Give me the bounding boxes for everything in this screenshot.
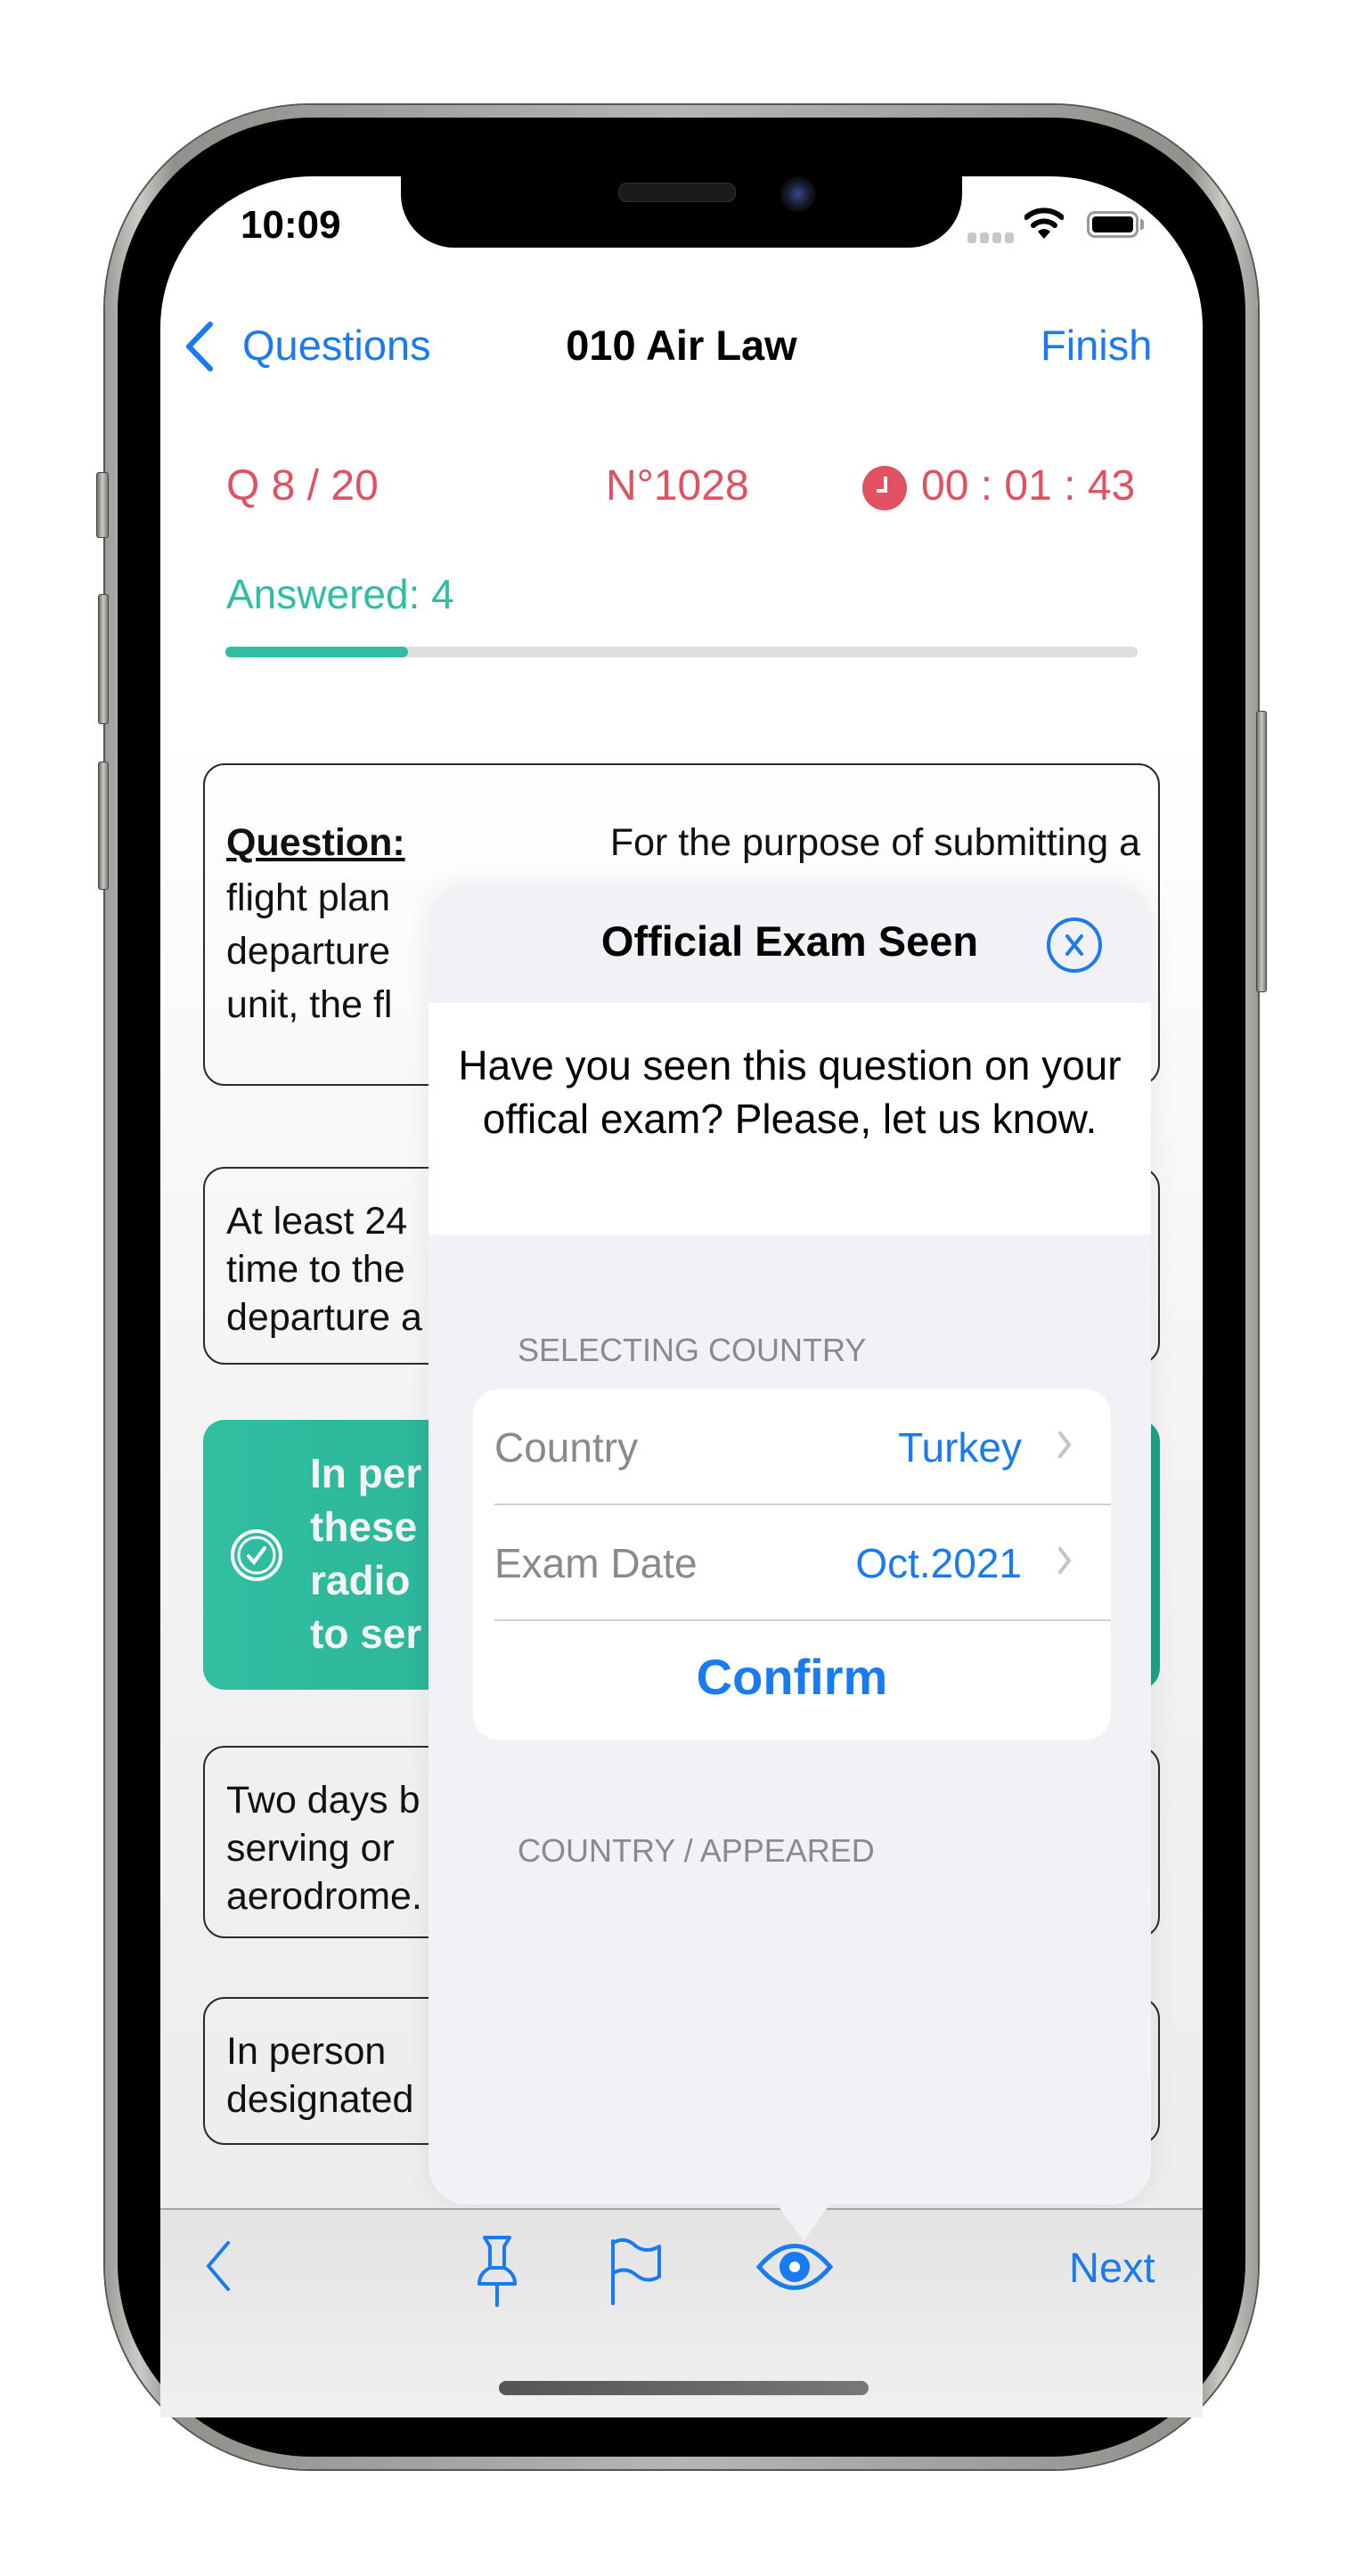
row-separator [494, 1619, 1111, 1621]
volume-up-button [98, 594, 109, 724]
status-time: 10:09 [241, 203, 341, 247]
earpiece-speaker [618, 183, 736, 202]
chevron-right-icon [1057, 1546, 1072, 1579]
check-circle-icon [230, 1528, 283, 1586]
question-text-line2: flight plan [226, 876, 391, 919]
next-button[interactable]: Next [1069, 2243, 1155, 2292]
back-button[interactable]: Questions [242, 321, 431, 370]
previous-button[interactable] [201, 2239, 233, 2297]
answer-line: aerodrome. [226, 1875, 422, 1918]
selection-group: Country Turkey Exam Date Oct.2021 Confir… [473, 1390, 1111, 1740]
question-text-line3: departure [226, 930, 391, 973]
back-chevron-icon[interactable] [184, 321, 216, 377]
wifi-icon [1024, 207, 1065, 245]
question-number: N°1028 [606, 462, 749, 509]
popup-title: Official Exam Seen [600, 917, 979, 965]
country-row[interactable]: Country Turkey [473, 1390, 1111, 1505]
exam-date-row[interactable]: Exam Date Oct.2021 [473, 1505, 1111, 1621]
clock-icon [862, 466, 907, 510]
answer-line: time to the [226, 1248, 405, 1291]
battery-icon [1087, 211, 1139, 238]
battery-tip [1140, 219, 1144, 230]
answer-line: to ser [310, 1610, 422, 1657]
timer: 00 : 01 : 43 [921, 462, 1136, 509]
popup-message-area: Have you seen this question on your offi… [428, 1003, 1151, 1235]
popover-arrow [777, 2204, 830, 2241]
country-label: Country [494, 1424, 639, 1471]
confirm-button[interactable]: Confirm [473, 1648, 1111, 1706]
answer-line: designated [226, 2078, 414, 2121]
home-indicator [499, 2381, 869, 2395]
section-header-country-appeared: COUNTRY / APPEARED [518, 1832, 875, 1869]
official-exam-popover: Official Exam Seen Have you seen this qu… [428, 884, 1151, 2205]
answer-line: Two days b [226, 1779, 420, 1822]
answer-line: radio [310, 1557, 411, 1603]
flag-icon[interactable] [609, 2238, 666, 2310]
answer-line: departure a [226, 1296, 422, 1339]
country-value: Turkey [898, 1424, 1022, 1471]
power-button [1256, 711, 1267, 992]
cellular-signal-icon [967, 232, 1017, 248]
finish-button[interactable]: Finish [1041, 321, 1152, 370]
pin-icon[interactable] [472, 2234, 522, 2311]
exam-date-value: Oct.2021 [855, 1540, 1022, 1586]
answered-count: Answered: 4 [226, 571, 454, 617]
question-label: Question: [226, 821, 405, 864]
page-title: 010 Air Law [566, 322, 797, 369]
answer-line: At least 24 [226, 1200, 408, 1243]
volume-down-button [98, 762, 109, 890]
progress-bar [225, 647, 1138, 657]
popup-message: Have you seen this question on your offi… [458, 1042, 1122, 1142]
answer-line: In person [226, 2030, 387, 2073]
close-button[interactable] [1047, 917, 1102, 973]
question-index: Q 8 / 20 [226, 462, 379, 509]
exam-date-label: Exam Date [494, 1540, 698, 1586]
chevron-right-icon [1057, 1431, 1072, 1463]
mute-switch [96, 472, 109, 538]
front-camera [780, 176, 816, 212]
eye-icon[interactable] [755, 2241, 834, 2297]
question-text-line4: unit, the fl [226, 983, 393, 1026]
section-header-selecting-country: SELECTING COUNTRY [518, 1332, 867, 1368]
answer-line: serving or [226, 1827, 395, 1870]
question-text-line1: For the purpose of submitting a [609, 821, 1140, 864]
progress-fill [225, 647, 408, 657]
answer-line: these [310, 1504, 418, 1550]
answer-line: In per [310, 1450, 422, 1496]
